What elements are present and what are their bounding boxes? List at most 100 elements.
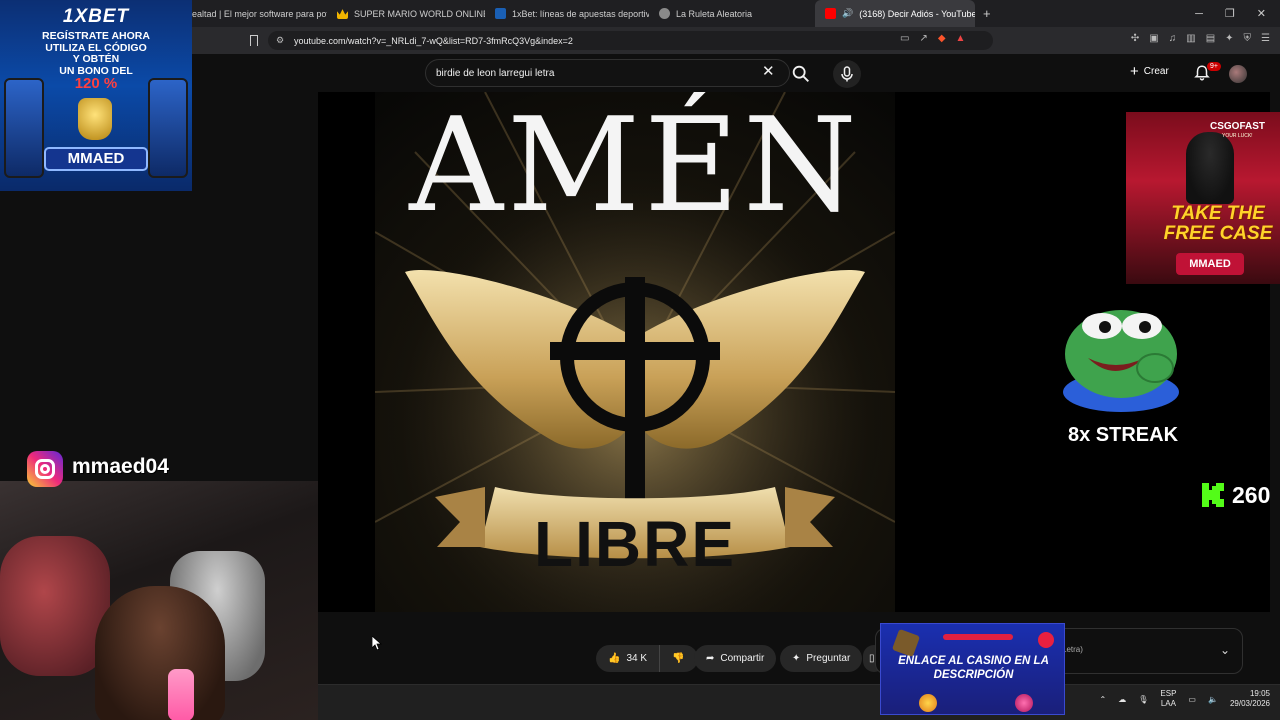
artwork-banner-text: LIBRE bbox=[534, 508, 736, 580]
streak-label: 8x STREAK bbox=[1068, 424, 1179, 446]
ad-1xbet-copy: REGÍSTRATE AHORA UTILIZA EL CÓDIGO Y OBT… bbox=[0, 30, 192, 77]
ad-1xbet-overlay: 1XBET REGÍSTRATE AHORA UTILIZA EL CÓDIGO… bbox=[0, 0, 192, 191]
pepe-emote bbox=[1063, 310, 1179, 412]
url-field[interactable]: youtube.com/watch?v=_NRLdi_7-wQ&list=RD7… bbox=[268, 31, 993, 50]
tab-label: SUPER MARIO WORLD ONLINE jueg bbox=[354, 8, 485, 19]
casino-ad-overlay: ENLACE AL CASINO EN LA DESCRIPCIÓN bbox=[880, 623, 1065, 715]
globe-icon bbox=[659, 8, 670, 19]
kick-follower-count: 260 bbox=[1232, 482, 1271, 508]
search-query: birdie de leon larregui letra bbox=[436, 67, 555, 79]
mouse-cursor bbox=[372, 636, 382, 650]
clock[interactable]: 19:05 29/03/2026 bbox=[1230, 689, 1270, 710]
like-dislike-group: 👍 34 K 👎 bbox=[596, 645, 698, 672]
share-button[interactable]: ➦ Compartir bbox=[694, 645, 777, 672]
ai-icon[interactable]: ✦ bbox=[1225, 33, 1233, 44]
music-icon[interactable]: ♫ bbox=[1169, 33, 1177, 44]
tab-label: (3168) Decir Adiós - YouTube bbox=[859, 8, 975, 19]
share-page-icon[interactable]: ↗ bbox=[919, 33, 927, 44]
save-icon: ▯ bbox=[869, 653, 875, 664]
chevron-down-icon[interactable]: ⌄ bbox=[1220, 643, 1230, 657]
kick-icon bbox=[1202, 483, 1224, 507]
csgofast-tagline: YOUR LUCK! bbox=[1222, 133, 1253, 139]
brave-shield-icon[interactable]: ◆ bbox=[938, 33, 946, 44]
like-button[interactable]: 👍 34 K bbox=[596, 645, 661, 672]
tab-search-icon[interactable]: ▣ bbox=[1149, 33, 1158, 44]
ask-label: Preguntar bbox=[806, 653, 851, 664]
language-indicator[interactable]: ESP LAA bbox=[1160, 689, 1176, 709]
ad-csgofast-overlay: CSGOFAST YOUR LUCK! TAKE THE FREE CASE M… bbox=[1126, 112, 1280, 284]
voice-search-button[interactable] bbox=[833, 60, 861, 88]
webcam-feed bbox=[0, 481, 318, 720]
candy-icon bbox=[1015, 694, 1033, 712]
gaming-chair-red bbox=[0, 536, 110, 676]
restore-icon[interactable]: ❐ bbox=[1225, 7, 1235, 20]
new-tab-button[interactable]: + bbox=[975, 6, 999, 21]
minimize-icon[interactable]: ─ bbox=[1195, 8, 1203, 20]
clock-time: 19:05 bbox=[1249, 689, 1270, 698]
thumbs-up-icon: 👍 bbox=[608, 653, 621, 664]
system-tray: ⌃ ☁ 🎙 ESP LAA ▭ 🔈 19:05 29/03/2026 bbox=[1100, 689, 1270, 710]
network-icon[interactable]: ▭ bbox=[1188, 695, 1196, 704]
tab-youtube[interactable]: 🔊 (3168) Decir Adiós - YouTube ✕ bbox=[815, 0, 975, 27]
mic-tray-icon[interactable]: 🎙 bbox=[1138, 695, 1148, 704]
chevron-up-icon[interactable]: ⌃ bbox=[1100, 695, 1107, 704]
tab-mario[interactable]: SUPER MARIO WORLD ONLINE jueg bbox=[327, 0, 485, 27]
trophy-icon bbox=[78, 98, 112, 140]
create-button[interactable]: + Crear bbox=[1130, 64, 1169, 79]
tab-1xbet[interactable]: 1xBet: líneas de apuestas deportivas bbox=[485, 0, 649, 27]
avatar[interactable] bbox=[1229, 65, 1247, 83]
instagram-icon bbox=[27, 451, 63, 487]
promo-code: MMAED bbox=[1176, 253, 1244, 275]
decor-stripe bbox=[943, 634, 1013, 640]
address-bar-row: youtube.com/watch?v=_NRLdi_7-wQ&list=RD7… bbox=[0, 27, 1280, 54]
clear-search-icon[interactable]: ✕ bbox=[762, 64, 775, 79]
coin-icon bbox=[919, 694, 937, 712]
like-count: 34 K bbox=[626, 653, 648, 664]
search-input[interactable]: birdie de leon larregui letra bbox=[425, 59, 790, 87]
menu-icon[interactable]: ☰ bbox=[1261, 33, 1270, 44]
cast-icon[interactable]: ▭ bbox=[900, 33, 909, 44]
tab-label: La Ruleta Aleatoria bbox=[676, 8, 753, 19]
close-window-icon[interactable]: ✕ bbox=[1257, 7, 1266, 20]
share-icon: ➦ bbox=[706, 653, 715, 664]
csgofast-logo-text: CSGOFAST bbox=[1210, 121, 1266, 132]
sidebar-icon[interactable]: ▥ bbox=[1186, 33, 1195, 44]
instagram-handle: mmaed04 bbox=[72, 455, 169, 478]
tab-label: ealtad | El mejor software para pote bbox=[192, 8, 327, 19]
wallet-icon[interactable]: ▤ bbox=[1206, 33, 1215, 44]
tab-ruleta[interactable]: La Ruleta Aleatoria bbox=[649, 0, 815, 27]
clock-date: 29/03/2026 bbox=[1229, 699, 1270, 709]
cloud-icon[interactable]: ☁ bbox=[1118, 695, 1126, 704]
share-label: Compartir bbox=[720, 653, 765, 664]
youtube-icon bbox=[825, 8, 836, 19]
microphone-icon bbox=[841, 66, 853, 82]
window-controls: ─ ❐ ✕ bbox=[1195, 0, 1280, 27]
bookmark-icon[interactable] bbox=[250, 35, 258, 46]
pink-lamp bbox=[168, 669, 194, 720]
language-line2: LAA bbox=[1160, 699, 1176, 709]
csgo-headline: TAKE THE FREE CASE bbox=[1163, 203, 1273, 244]
notification-badge: 9+ bbox=[1207, 62, 1221, 71]
promo-code: MMAED bbox=[44, 147, 148, 171]
search-icon[interactable] bbox=[790, 63, 812, 85]
dislike-button[interactable]: 👎 bbox=[660, 645, 696, 672]
os-taskbar: ⌃ ☁ 🎙 ESP LAA ▭ 🔈 19:05 29/03/2026 bbox=[318, 684, 1280, 720]
album-artwork: AMÉN LIBRE bbox=[375, 92, 895, 612]
language-line1: ESP bbox=[1160, 689, 1177, 699]
artwork-title: AMÉN bbox=[409, 92, 861, 241]
casino-ad-text: ENLACE AL CASINO EN LA DESCRIPCIÓN bbox=[898, 655, 1049, 682]
ad-line: REGÍSTRATE AHORA bbox=[42, 30, 150, 42]
tab-label: 1xBet: líneas de apuestas deportivas bbox=[512, 8, 649, 19]
screen: ealtad | El mejor software para pote SUP… bbox=[0, 0, 1280, 720]
playlist-title-fragment: Letra) bbox=[1062, 645, 1083, 654]
thumbs-down-icon: 👎 bbox=[672, 653, 685, 664]
puzzle-icon[interactable]: ✣ bbox=[1131, 33, 1139, 44]
rewards-icon[interactable]: ▲ bbox=[956, 33, 966, 44]
streamer bbox=[95, 586, 225, 720]
vpn-icon[interactable]: ⛨ bbox=[1244, 33, 1252, 44]
ask-button[interactable]: ✦ Preguntar bbox=[780, 645, 863, 672]
site-settings-icon[interactable]: ⚙ bbox=[276, 35, 284, 46]
volume-icon[interactable]: 🔈 bbox=[1208, 695, 1218, 704]
address-actions: ▭ ↗ ◆ ▲ bbox=[900, 33, 965, 44]
1xbet-logo-text: 1XBET bbox=[62, 6, 130, 27]
